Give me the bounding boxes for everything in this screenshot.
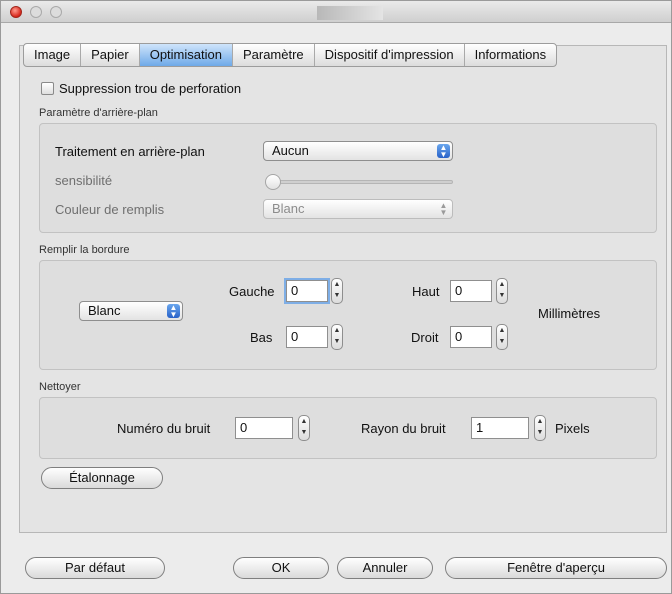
up-down-arrows-icon: ▲ ▼ — [167, 304, 180, 319]
left-margin-label: Gauche — [229, 284, 275, 299]
fill-color-popup[interactable]: Blanc ▲ ▼ — [263, 199, 453, 219]
noise-number-label: Numéro du bruit — [117, 421, 211, 436]
bottom-margin-field[interactable]: 0 — [286, 326, 328, 348]
tab-bar: Image Papier Optimisation Paramètre Disp… — [23, 43, 558, 67]
left-margin-field[interactable]: 0 — [286, 280, 328, 302]
noise-number-field[interactable]: 0 — [235, 417, 293, 439]
dialog-window: Image Papier Optimisation Paramètre Disp… — [0, 0, 672, 594]
top-margin-field[interactable]: 0 — [450, 280, 492, 302]
left-margin-stepper[interactable]: ▲ ▼ — [331, 278, 343, 304]
border-unit-label: Millimètres — [538, 306, 601, 321]
fill-color-value: Blanc — [272, 201, 305, 216]
up-down-arrows-icon: ▲ ▼ — [437, 144, 450, 159]
window-title — [317, 6, 383, 20]
right-margin-stepper[interactable]: ▲ ▼ — [496, 324, 508, 350]
hole-removal-checkbox[interactable] — [41, 82, 54, 95]
sensitivity-label: sensibilité — [55, 173, 113, 188]
cancel-button[interactable]: Annuler — [337, 557, 433, 579]
noise-radius-label: Rayon du bruit — [361, 421, 446, 436]
tab-image[interactable]: Image — [24, 44, 82, 66]
top-margin-stepper[interactable]: ▲ ▼ — [496, 278, 508, 304]
processing-value: Aucun — [272, 143, 309, 158]
sensitivity-slider-knob[interactable] — [265, 174, 281, 190]
border-color-popup[interactable]: Blanc ▲ ▼ — [79, 301, 183, 321]
noise-unit-label: Pixels — [555, 421, 590, 436]
tab-optimisation[interactable]: Optimisation — [139, 44, 233, 66]
zoom-icon[interactable] — [50, 6, 62, 18]
right-margin-field[interactable]: 0 — [450, 326, 492, 348]
preview-window-button[interactable]: Fenêtre d'aperçu — [445, 557, 667, 579]
noise-radius-field[interactable]: 1 — [471, 417, 529, 439]
border-group-label: Remplir la bordure — [39, 244, 130, 256]
ok-button[interactable]: OK — [233, 557, 329, 579]
noise-radius-stepper[interactable]: ▲ ▼ — [534, 415, 546, 441]
bottom-margin-label: Bas — [250, 330, 273, 345]
tab-information[interactable]: Informations — [465, 44, 557, 66]
cleanup-group-label: Nettoyer — [39, 381, 81, 393]
tab-print-device[interactable]: Dispositif d'impression — [315, 44, 465, 66]
fill-color-label: Couleur de remplis — [55, 202, 165, 217]
up-down-arrows-icon: ▲ ▼ — [439, 201, 448, 217]
default-button[interactable]: Par défaut — [25, 557, 165, 579]
tab-parameter[interactable]: Paramètre — [233, 44, 315, 66]
top-margin-label: Haut — [412, 284, 440, 299]
minimize-icon[interactable] — [30, 6, 42, 18]
right-margin-label: Droit — [411, 330, 439, 345]
calibration-button[interactable]: Étalonnage — [41, 467, 163, 489]
hole-removal-label: Suppression trou de perforation — [59, 81, 242, 96]
title-bar — [1, 1, 671, 23]
processing-label: Traitement en arrière-plan — [55, 144, 205, 159]
bottom-margin-stepper[interactable]: ▲ ▼ — [331, 324, 343, 350]
close-icon[interactable] — [10, 6, 22, 18]
tab-paper[interactable]: Papier — [81, 44, 140, 66]
hole-removal-row[interactable]: Suppression trou de perforation — [41, 81, 241, 96]
processing-popup[interactable]: Aucun ▲ ▼ — [263, 141, 453, 161]
border-color-value: Blanc — [88, 303, 121, 318]
sensitivity-slider-track — [269, 180, 453, 184]
noise-number-stepper[interactable]: ▲ ▼ — [298, 415, 310, 441]
background-group-label: Paramètre d'arrière-plan — [39, 107, 158, 119]
